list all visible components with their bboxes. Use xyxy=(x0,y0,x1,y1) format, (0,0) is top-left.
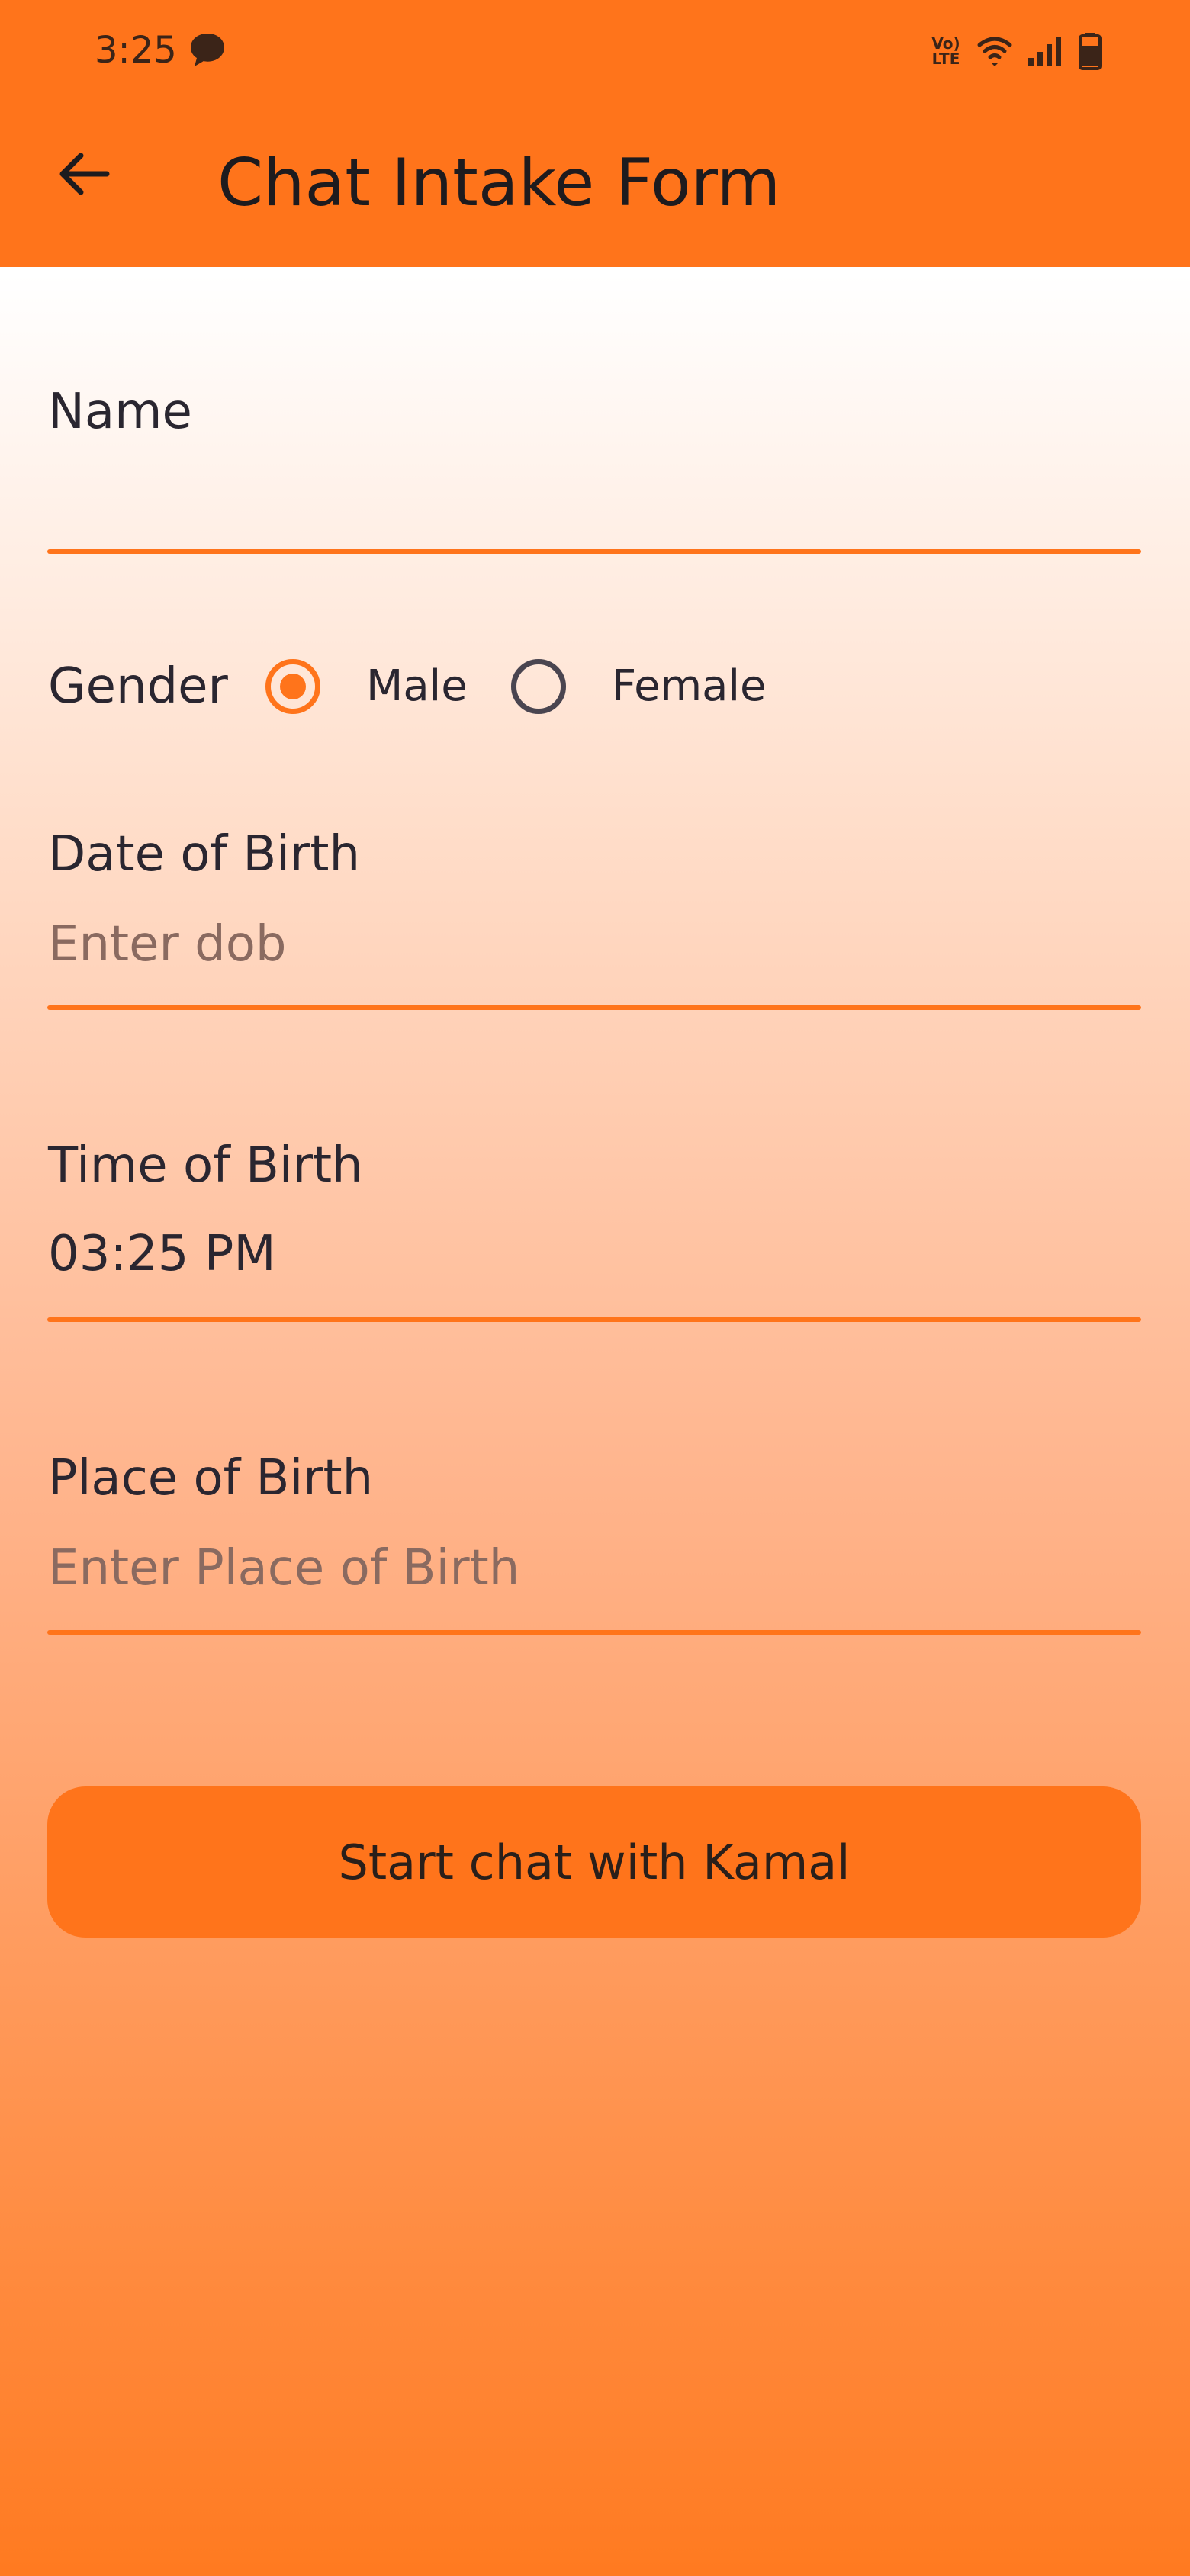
gender-label: Gender xyxy=(48,658,228,715)
status-time: 3:25 xyxy=(95,29,177,72)
status-icons: Vo) LTE xyxy=(929,27,1102,75)
tob-value[interactable]: 03:25 PM xyxy=(48,1224,276,1285)
signal-icon xyxy=(1027,35,1065,67)
arrow-left-icon xyxy=(56,150,111,201)
tob-label: Time of Birth xyxy=(48,1137,363,1194)
pob-input[interactable] xyxy=(48,1538,1140,1599)
name-label: Name xyxy=(48,384,192,440)
back-button[interactable] xyxy=(46,137,122,214)
page-title: Chat Intake Form xyxy=(217,145,781,221)
gender-male-radio[interactable] xyxy=(265,659,320,714)
chat-bubble-icon xyxy=(188,31,227,70)
gender-female-label[interactable]: Female xyxy=(612,659,766,714)
dob-underline xyxy=(47,1005,1141,1010)
gender-female-radio[interactable] xyxy=(511,659,566,714)
pob-underline xyxy=(47,1630,1141,1635)
chat-intake-screen: 3:25 Vo) LTE Chat Intake Form Name Gende… xyxy=(0,0,1190,2576)
volte-icon: Vo) LTE xyxy=(931,34,960,68)
tob-underline xyxy=(47,1317,1141,1322)
wifi-icon xyxy=(976,34,1013,68)
battery-icon xyxy=(1079,32,1102,70)
name-underline xyxy=(47,549,1141,554)
gender-male-label[interactable]: Male xyxy=(366,659,468,714)
app-header: 3:25 Vo) LTE Chat Intake Form xyxy=(0,0,1190,267)
dob-input[interactable] xyxy=(48,914,1140,975)
dob-label: Date of Birth xyxy=(48,826,360,883)
start-chat-button[interactable]: Start chat with Kamal xyxy=(47,1786,1141,1938)
name-input[interactable] xyxy=(48,465,1140,534)
pob-label: Place of Birth xyxy=(48,1450,374,1507)
